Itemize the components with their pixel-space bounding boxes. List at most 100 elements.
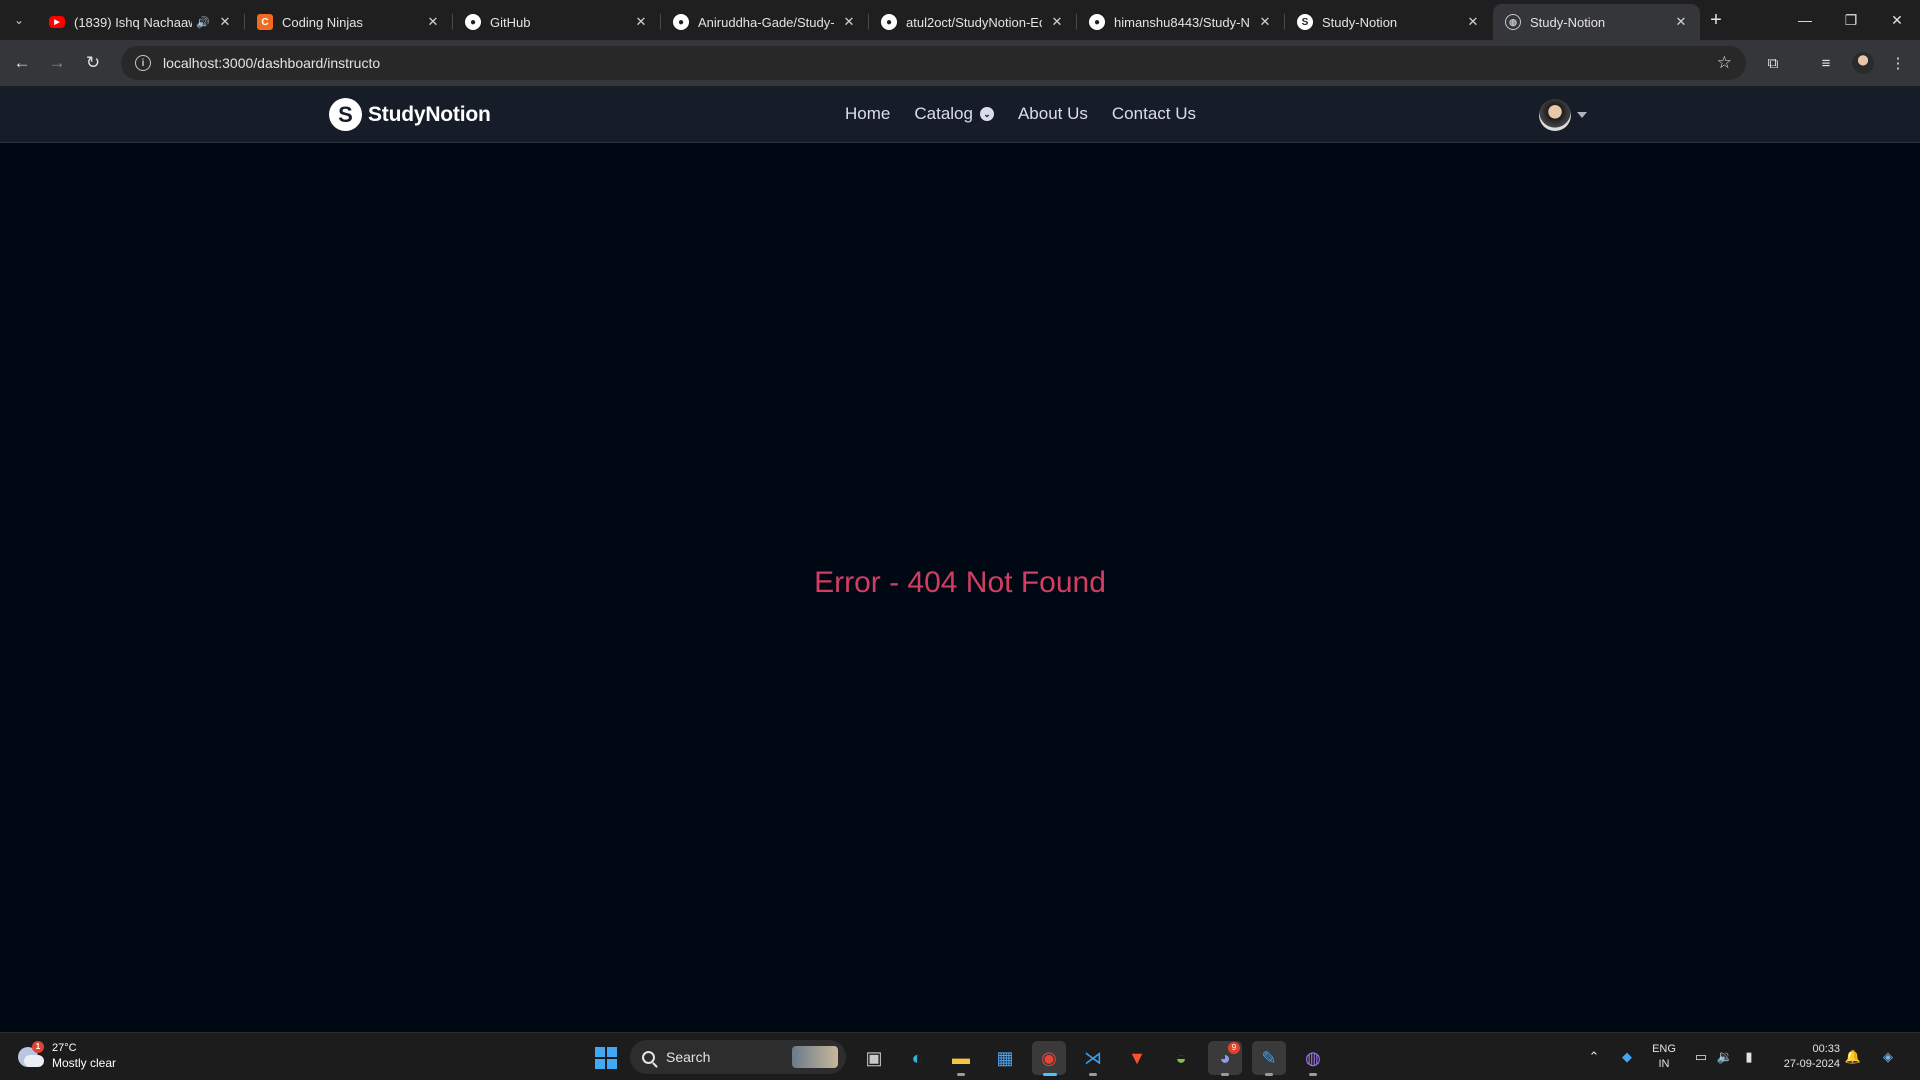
site-info-icon[interactable]: i [135,55,151,71]
globe-icon: ◍ [1505,14,1521,30]
weather-widget[interactable]: 1 27°C Mostly clear [18,1041,116,1071]
browser-profile-avatar[interactable] [1852,52,1874,74]
studynotion-logo-icon: S [329,98,362,131]
tab-title: Coding Ninjas [282,14,363,30]
extensions-icon[interactable]: ⧉ [1762,52,1784,74]
volume-icon[interactable]: 🔉 [1714,1033,1736,1080]
folder-icon: ▬ [952,1047,970,1068]
store-app[interactable]: ▦ [988,1041,1022,1075]
brave-icon: ▼ [1128,1047,1146,1068]
tab-title: himanshu8443/Study-No [1114,14,1250,30]
restore-icon: ❐ [1844,11,1858,28]
github-desktop-app[interactable]: ◍ [1296,1041,1330,1076]
github-icon: ● [465,14,481,30]
language-indicator[interactable]: ENG IN [1648,1033,1680,1080]
taskbar-search[interactable]: Search [630,1040,846,1074]
bookmark-star-icon[interactable]: ☆ [1717,53,1732,73]
start-button[interactable] [589,1041,623,1075]
browser-tab[interactable]: S Study-Notion ✕ [1285,4,1492,40]
brave-app[interactable]: ▼ [1120,1041,1154,1075]
weather-moon-cloud-icon: 1 [18,1041,44,1069]
main-nav: Home Catalog ⌄ About Us Contact Us [845,104,1220,124]
app-green-swirl[interactable]: ◒ [1164,1041,1198,1075]
caret-down-icon [1577,112,1587,118]
nav-catalog-dropdown[interactable]: Catalog ⌄ [914,104,994,124]
media-controls-icon[interactable]: ≡ [1815,52,1837,74]
tab-close-button[interactable]: ✕ [216,14,234,30]
edge-app[interactable]: ◐ [900,1041,934,1075]
chevron-down-icon: ⌄ [13,13,25,27]
task-view-icon: ▣ [865,1047,883,1068]
clock-date: 27-09-2024 [1783,1058,1840,1070]
new-tab-button[interactable]: + [1703,8,1729,34]
system-clock[interactable]: 00:33 27-09-2024 [1768,1033,1840,1080]
chevron-up-icon: ⌃ [1588,1049,1600,1064]
discord-app[interactable]: ◕ 9 [1208,1041,1242,1076]
tray-overflow-button[interactable]: ⌃ [1583,1033,1605,1080]
browser-tab[interactable]: ● himanshu8443/Study-No ✕ [1077,4,1284,40]
coding-ninjas-icon: C [257,14,273,30]
restore-button[interactable]: ❐ [1828,0,1874,40]
minimize-button[interactable]: — [1782,0,1828,40]
battery-icon[interactable]: ▮ [1738,1033,1760,1080]
tab-close-button[interactable]: ✕ [424,14,442,30]
weather-condition: Mostly clear [52,1056,117,1070]
chrome-app[interactable]: ◉ [1032,1041,1066,1076]
tab-title: atul2oct/StudyNotion-Ed [906,14,1042,30]
network-icon[interactable]: ▭ [1690,1033,1712,1080]
forward-button[interactable]: → [42,48,72,78]
browser-tab-strip: ⌄ ▶ (1839) Ishq Nachaawe 🔊 ✕ C Coding Ni… [0,0,1920,40]
browser-tab[interactable]: ● GitHub ✕ [453,4,660,40]
browser-toolbar: ← → ↻ i localhost:3000/dashboard/instruc… [0,40,1920,86]
tab-close-button[interactable]: ✕ [1256,14,1274,30]
notification-bell-icon[interactable]: 🔔 [1842,1033,1864,1080]
copilot-icon[interactable]: ◈ [1874,1033,1902,1080]
tab-search-button[interactable]: ⌄ [6,7,32,33]
github-icon: ● [673,14,689,30]
store-icon: ▦ [996,1047,1014,1068]
task-view-button[interactable]: ▣ [857,1041,891,1075]
youtube-icon: ▶ [49,16,65,28]
vscode-app[interactable]: ⋊ [1076,1041,1110,1076]
app-blue[interactable]: ✎ [1252,1041,1286,1076]
tab-title: Study-Notion [1530,14,1606,30]
tab-close-button[interactable]: ✕ [1048,14,1066,30]
browser-tab-active[interactable]: ◍ Study-Notion ✕ [1493,4,1700,40]
vscode-icon: ⋊ [1084,1047,1102,1068]
profile-dropdown[interactable] [1539,99,1587,131]
reload-icon: ↻ [85,53,101,72]
close-icon: ✕ [1891,11,1903,28]
tab-close-button[interactable]: ✕ [632,14,650,30]
menu-kebab-icon[interactable]: ⋮ [1887,52,1909,74]
nav-about-link[interactable]: About Us [1018,104,1088,124]
github-icon: ● [881,14,897,30]
arrow-left-icon: ← [13,53,31,72]
speaker-icon[interactable]: 🔊 [196,16,210,29]
nav-catalog-label: Catalog [914,104,973,123]
tab-title: (1839) Ishq Nachaawe [74,14,193,30]
address-bar[interactable]: i localhost:3000/dashboard/instructo ☆ [121,46,1746,80]
nav-home-label: Home [845,104,891,123]
browser-tab[interactable]: ▶ (1839) Ishq Nachaawe 🔊 ✕ [37,4,244,40]
tab-close-button[interactable]: ✕ [840,14,858,30]
chrome-icon: ◉ [1041,1047,1057,1068]
address-url[interactable]: localhost:3000/dashboard/instructo [163,55,380,71]
nav-contact-link[interactable]: Contact Us [1112,104,1196,124]
search-highlight-image [792,1046,838,1068]
tab-title: GitHub [490,14,531,30]
language-region: IN [1658,1058,1670,1070]
file-explorer-app[interactable]: ▬ [944,1041,978,1076]
reload-button[interactable]: ↻ [78,48,108,78]
nav-home-link[interactable]: Home [845,104,890,124]
error-message: Error - 404 Not Found [814,566,1106,599]
window-close-button[interactable]: ✕ [1874,0,1920,40]
main-content: Error - 404 Not Found [0,143,1920,1032]
tray-app-icon[interactable]: ◆ [1615,1033,1639,1080]
tab-close-button[interactable]: ✕ [1672,14,1690,30]
back-button[interactable]: ← [7,48,37,78]
brand-logo-link[interactable]: S StudyNotion [329,98,491,131]
browser-tab[interactable]: ● Aniruddha-Gade/Study-N ✕ [661,4,868,40]
browser-tab[interactable]: ● atul2oct/StudyNotion-Ed ✕ [869,4,1076,40]
tab-close-button[interactable]: ✕ [1464,14,1482,30]
browser-tab[interactable]: C Coding Ninjas ✕ [245,4,452,40]
